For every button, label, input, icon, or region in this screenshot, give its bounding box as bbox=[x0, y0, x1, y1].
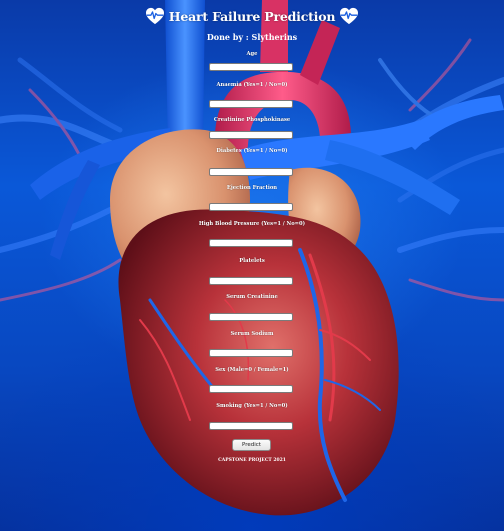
author-subtitle: Done by : Slytherins bbox=[206, 32, 298, 42]
serum-creatinine-input[interactable] bbox=[209, 313, 293, 321]
footer-text: CAPSTONE PROJECT 2021 bbox=[218, 458, 286, 463]
serum-sodium-input[interactable] bbox=[209, 349, 293, 357]
creatinine-phosphokinase-label: Creatinine Phosphokinase bbox=[213, 117, 291, 123]
ejection-fraction-input[interactable] bbox=[209, 203, 293, 211]
smoking-label: Smoking (Yes=1 / No=0) bbox=[216, 403, 288, 409]
prediction-form-overlay: Heart Failure Prediction Done by : Slyth… bbox=[0, 0, 504, 531]
smoking-input[interactable] bbox=[209, 422, 293, 430]
high-blood-pressure-input[interactable] bbox=[209, 239, 293, 247]
serum-creatinine-label: Serum Creatinine bbox=[226, 294, 278, 300]
predict-button[interactable]: Predict bbox=[232, 439, 271, 451]
diabetes-input[interactable] bbox=[209, 168, 293, 176]
heartbeat-icon bbox=[340, 7, 359, 25]
diabetes-label: Diabetes (Yes=1 / No=0) bbox=[216, 148, 288, 154]
platelets-input[interactable] bbox=[209, 277, 293, 285]
sex-label: Sex (Male=0 / Female=1) bbox=[215, 367, 289, 373]
heartbeat-icon bbox=[145, 7, 164, 25]
ejection-fraction-label: Ejection Fraction bbox=[226, 185, 278, 191]
high-blood-pressure-label: High Blood Pressure (Yes=1 / No=0) bbox=[198, 221, 306, 227]
age-label: Age bbox=[246, 51, 258, 57]
anaemia-label: Anaemia (Yes=1 / No=0) bbox=[216, 82, 288, 88]
creatinine-phosphokinase-input[interactable] bbox=[209, 131, 293, 139]
age-input[interactable] bbox=[209, 63, 293, 71]
sex-input[interactable] bbox=[209, 385, 293, 393]
header: Heart Failure Prediction bbox=[0, 7, 504, 25]
serum-sodium-label: Serum Sodium bbox=[230, 331, 274, 337]
anaemia-input[interactable] bbox=[209, 100, 293, 108]
platelets-label: Platelets bbox=[239, 258, 265, 264]
page-title: Heart Failure Prediction bbox=[168, 8, 336, 24]
